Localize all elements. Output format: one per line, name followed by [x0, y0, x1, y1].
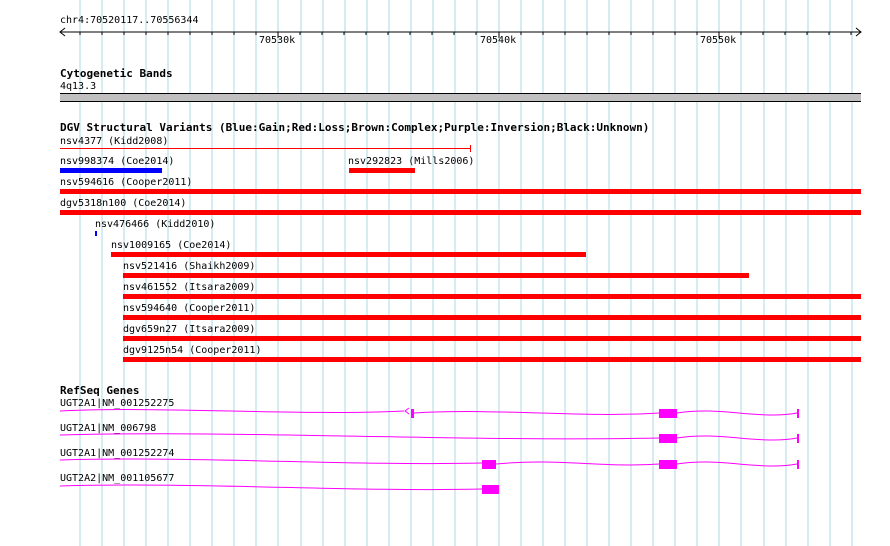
exon — [797, 434, 799, 443]
exon — [482, 485, 499, 494]
gene-models — [59, 407, 799, 494]
exon — [797, 409, 799, 418]
gene-model[interactable] — [59, 407, 799, 418]
gene-model[interactable] — [59, 433, 799, 443]
exon — [659, 460, 677, 469]
exon — [411, 409, 414, 418]
gene-model[interactable] — [59, 484, 499, 494]
exon — [659, 409, 677, 418]
gene-model[interactable] — [59, 458, 799, 469]
exon — [797, 460, 799, 469]
exon — [482, 460, 496, 469]
exon — [659, 434, 677, 443]
